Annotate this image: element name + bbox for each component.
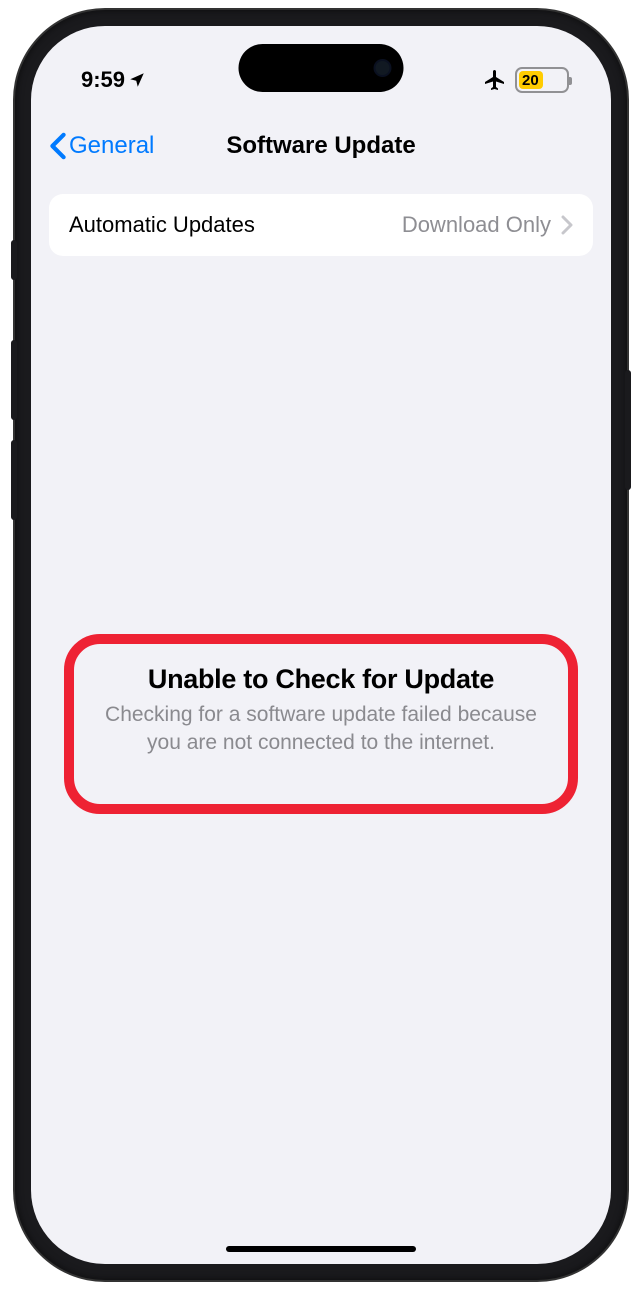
automatic-updates-row[interactable]: Automatic Updates Download Only (49, 194, 593, 256)
automatic-updates-value: Download Only (402, 212, 551, 238)
content-area: Automatic Updates Download Only (31, 176, 611, 274)
volume-up-button[interactable] (11, 340, 17, 420)
screen: 9:59 20 General (31, 26, 611, 1264)
page-title: Software Update (226, 132, 415, 160)
power-button[interactable] (625, 370, 631, 490)
location-arrow-icon (128, 71, 146, 89)
volume-down-button[interactable] (11, 440, 17, 520)
home-indicator[interactable] (226, 1246, 416, 1252)
battery-indicator: 20 (515, 67, 569, 93)
nav-bar: General Software Update (31, 116, 611, 176)
mute-switch[interactable] (11, 240, 17, 280)
airplane-mode-icon (483, 68, 507, 92)
front-camera (374, 59, 392, 77)
dynamic-island (239, 44, 404, 92)
error-subtitle: Checking for a software update failed be… (91, 701, 551, 758)
error-title: Unable to Check for Update (84, 664, 558, 695)
phone-frame: 9:59 20 General (15, 10, 627, 1280)
status-time: 9:59 (81, 67, 125, 93)
error-message-block: Unable to Check for Update Checking for … (66, 642, 576, 786)
back-label: General (69, 132, 154, 160)
back-button[interactable]: General (49, 132, 154, 160)
chevron-right-icon (561, 215, 573, 235)
automatic-updates-label: Automatic Updates (69, 212, 255, 238)
battery-percent: 20 (517, 72, 567, 89)
chevron-left-icon (49, 132, 67, 160)
